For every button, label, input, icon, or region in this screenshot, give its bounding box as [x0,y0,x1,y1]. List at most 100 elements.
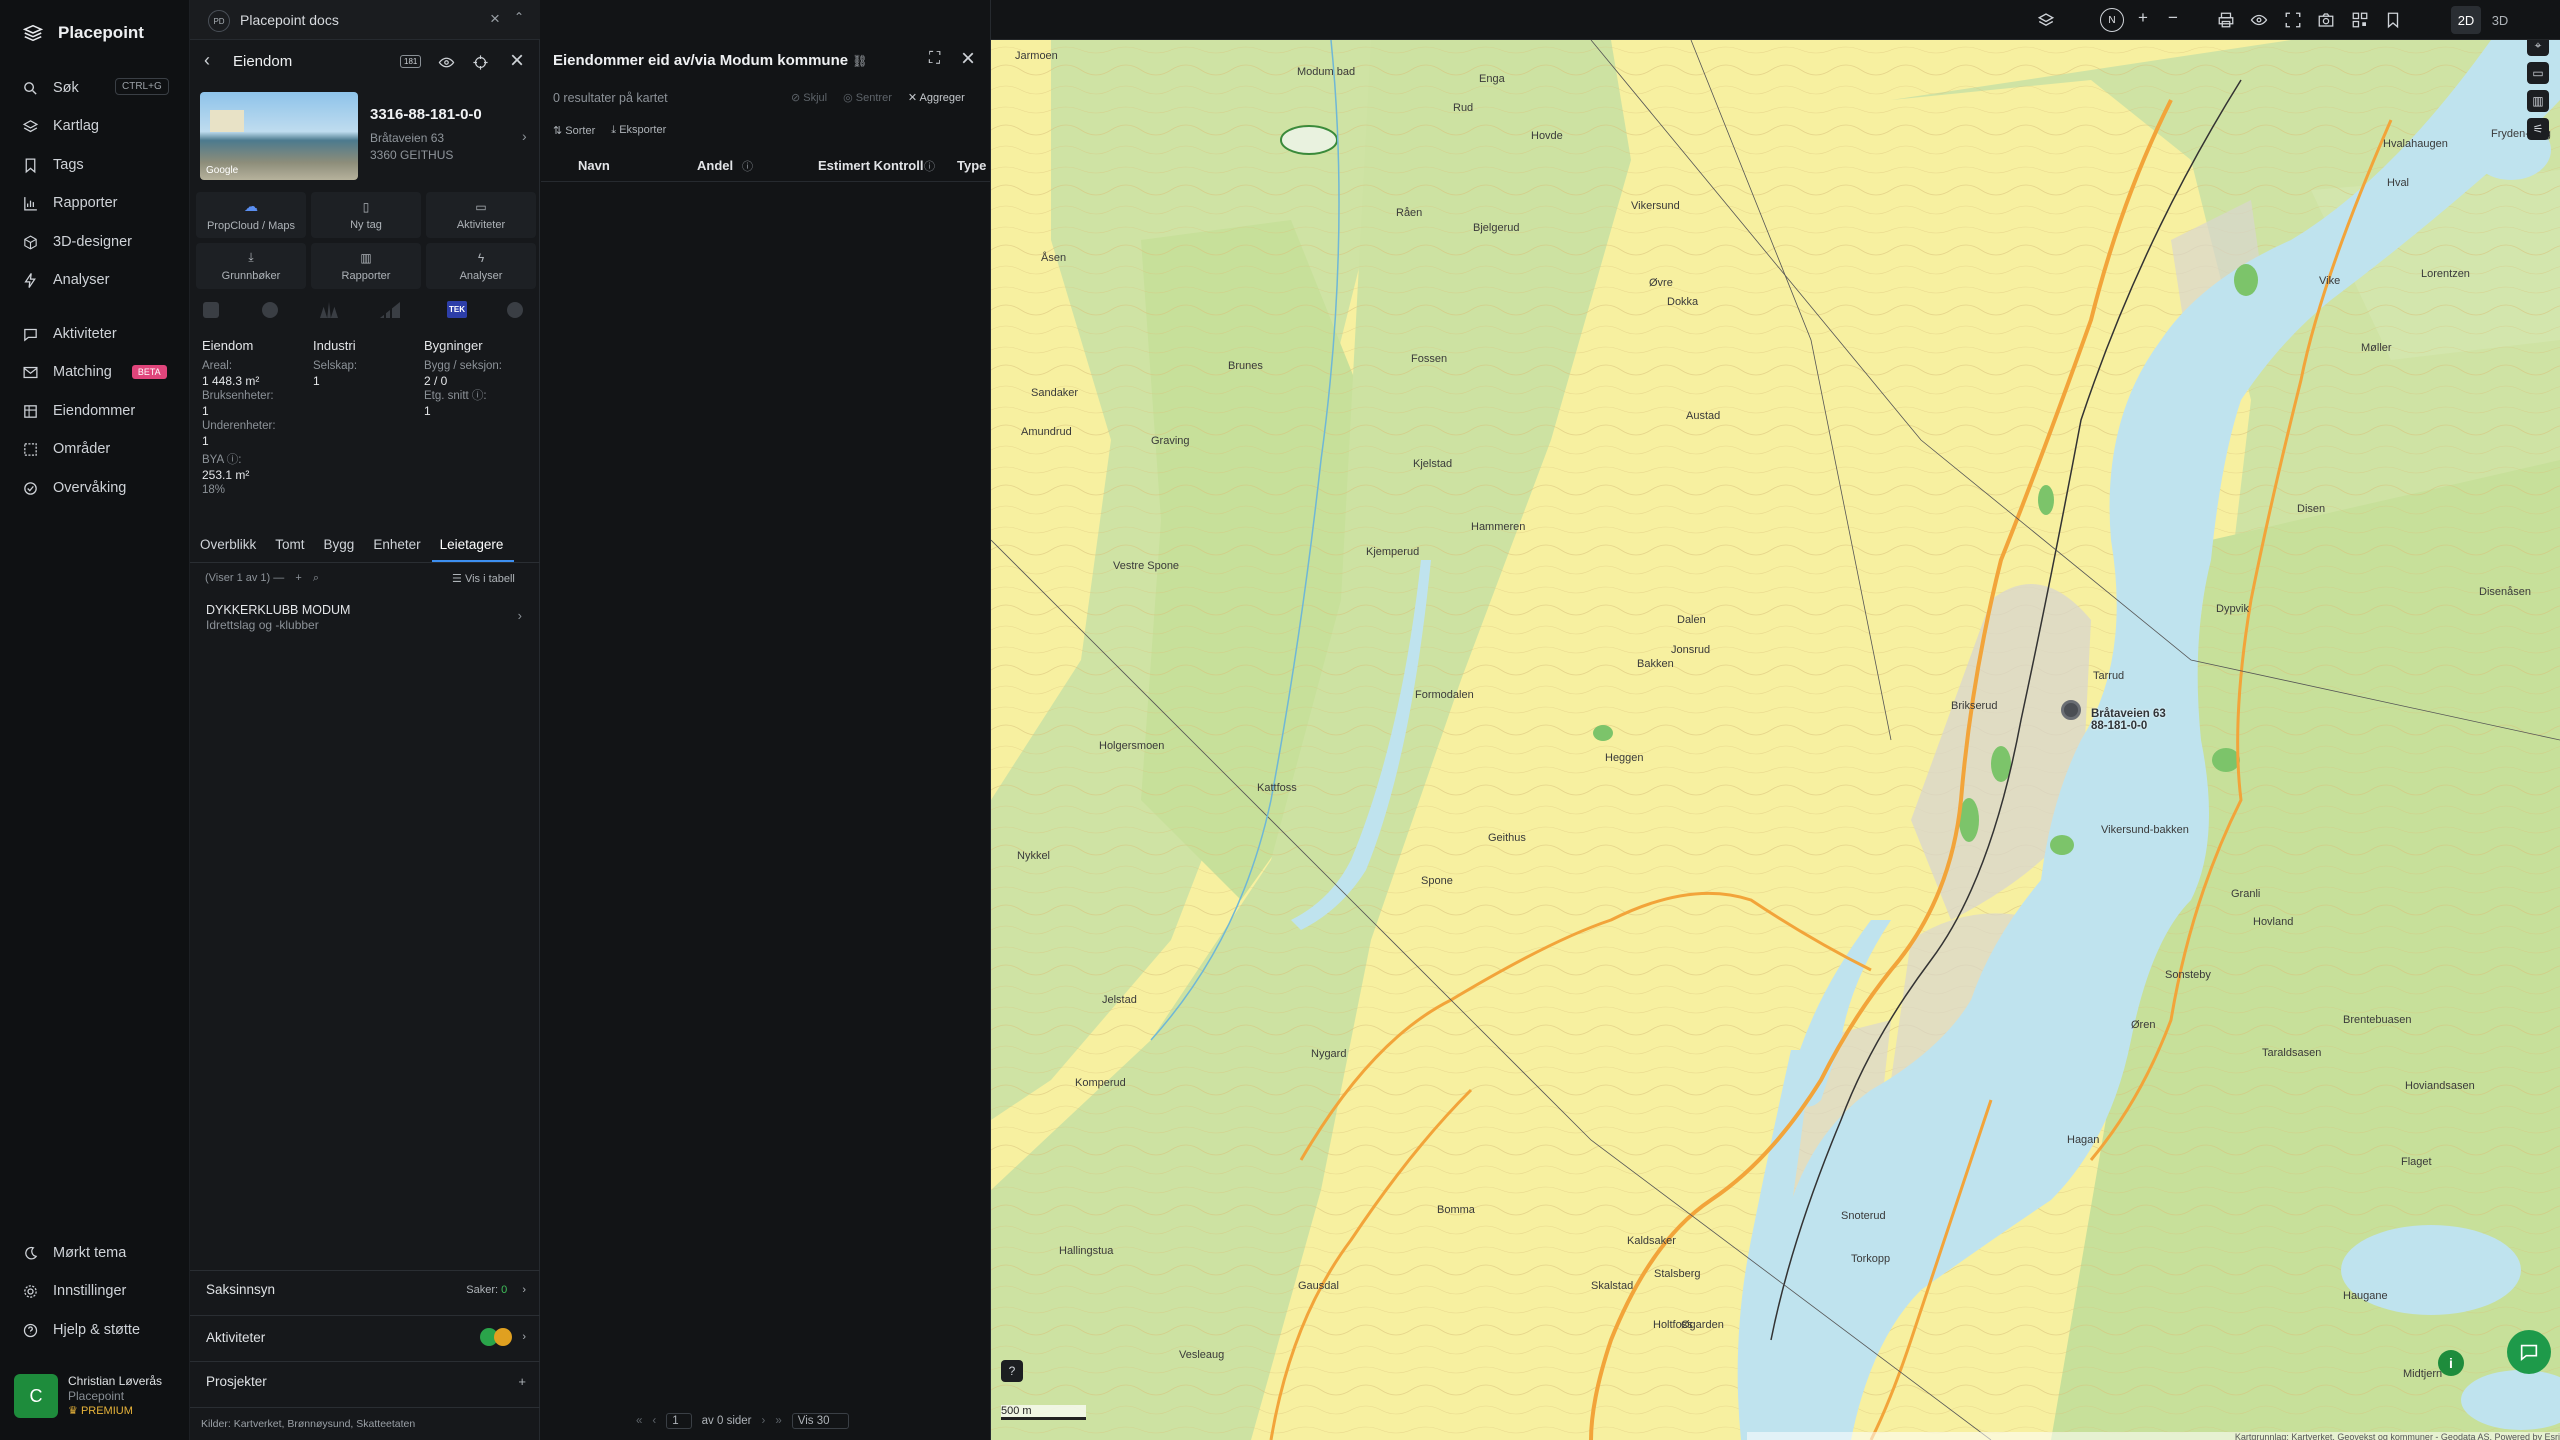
close-results-icon[interactable]: × [961,45,975,73]
section-aktiviteter[interactable]: Aktiviteter › [206,1328,526,1346]
target-icon[interactable] [472,54,489,71]
action-rapporter[interactable]: ▥ Rapporter [311,243,421,289]
info-icon[interactable]: ⓘ [742,158,753,174]
table-toggle[interactable]: ☰ Vis i tabell [452,572,515,585]
info-icon[interactable]: ⓘ [924,158,935,174]
app-logo[interactable]: Placepoint [22,22,144,44]
workspace-title[interactable]: Placepoint docs [240,12,339,28]
fullscreen-icon[interactable]: ⛶ [929,50,940,68]
property-marker[interactable] [2061,700,2081,720]
tenant-row[interactable]: DYKKERKLUBB MODUM Idrettslag og -klubber… [200,598,534,636]
hide-button[interactable]: ⊘ Skjul [791,91,827,104]
sort-button[interactable]: ⇅ Sorter [553,124,595,137]
nav-3d-designer[interactable]: 3D-designer [22,230,132,254]
prev-page-icon[interactable]: ‹ [652,1415,656,1427]
col-estimert-kontroll[interactable]: Estimert Kontroll [818,158,923,173]
minus-icon[interactable]: — [273,572,284,584]
source-bronnoysund[interactable]: Brønnøysund, [287,1418,353,1430]
place-label: Heggen [1605,752,1644,764]
col-andel[interactable]: Andel [697,158,733,173]
nav-analyser[interactable]: Analyser [22,268,109,292]
center-button[interactable]: ◎ Sentrer [843,91,892,104]
mode-2d-button[interactable]: 2D [2451,6,2481,34]
close-property-icon[interactable]: × [510,47,524,75]
page-input[interactable]: 1 [666,1413,692,1429]
col-navn[interactable]: Navn [578,158,610,173]
nav-settings[interactable]: Innstillinger [22,1279,126,1303]
link-icon[interactable]: ⛓ [852,54,867,68]
tek-badge[interactable]: TEK [447,301,467,318]
tab-bygg[interactable]: Bygg [324,537,355,552]
source-skatteetaten[interactable]: Skatteetaten [356,1418,415,1430]
bookmark-icon[interactable] [2384,11,2402,29]
compass-north[interactable]: N [2100,8,2124,32]
action-grunnboker[interactable]: ⤓ Grunnbøker [196,243,306,289]
mode-3d-button[interactable]: 3D [2485,6,2515,34]
info-icon[interactable]: i [2438,1350,2464,1376]
place-label: Vikersund [1631,200,1680,212]
section-prosjekter[interactable]: Prosjekter + [206,1374,526,1389]
next-page-icon[interactable]: › [762,1415,766,1427]
action-propcloud[interactable]: ☁ PropCloud / Maps [196,192,306,238]
map-tool-chart[interactable]: ▥ [2527,90,2549,112]
action-ny-tag[interactable]: ▯ Ny tag [311,192,421,238]
map-tool-measure[interactable]: ⌖ [2527,40,2549,56]
first-page-icon[interactable]: « [636,1415,642,1427]
map-tool-sliders[interactable]: ⚟ [2527,118,2549,140]
tab-tomt[interactable]: Tomt [275,537,304,552]
nav-kartlag[interactable]: Kartlag [22,114,99,138]
source-kartverket[interactable]: Kartverket, [234,1418,285,1430]
nav-dark-theme[interactable]: Mørkt tema [22,1241,126,1265]
layers-stack-icon[interactable] [2037,11,2055,29]
zoom-out-icon[interactable]: − [2168,8,2178,28]
category-2-icon[interactable] [262,302,278,318]
nav-help[interactable]: Hjelp & støtte [22,1318,140,1342]
nav-overvaking[interactable]: Overvåking [22,476,126,500]
page-size-select[interactable]: Vis 30 [791,1413,849,1429]
export-button[interactable]: ⤓ Eksporter [611,124,666,137]
eye-icon[interactable] [438,54,455,71]
col-type[interactable]: Type [957,158,986,173]
camera-icon[interactable] [2317,11,2335,29]
user-profile[interactable]: C Christian Løverås Placepoint ♛ PREMIUM [14,1370,184,1422]
expand-collapse-icon[interactable]: ⌃ [514,10,524,24]
chevron-right-icon[interactable]: › [522,128,527,144]
back-icon[interactable]: ‹ [204,50,210,71]
action-ny-tag-label: Ny tag [350,218,382,231]
eye-icon[interactable] [2250,11,2268,29]
aggregate-button[interactable]: ✕ Aggreger [908,91,965,104]
nav-search[interactable]: Søk [22,76,79,100]
qr-grid-icon[interactable] [2351,11,2369,29]
map-view[interactable]: Modum bad Jarmoen Enga Rud Hovde Bjelger… [991,40,2560,1440]
action-aktiviteter[interactable]: ▭ Aktiviteter [426,192,536,238]
category-6-icon[interactable] [507,302,523,318]
help-icon[interactable]: ? [1001,1360,1023,1382]
place-label: Hallingstua [1059,1245,1114,1257]
chat-support-button[interactable] [2507,1330,2551,1374]
action-analyser[interactable]: ϟ Analyser [426,243,536,289]
nav-aktiviteter[interactable]: Aktiviteter [22,322,117,346]
property-photo[interactable]: Google [200,92,358,180]
close-icon[interactable]: × [490,9,500,29]
tab-overblikk[interactable]: Overblikk [200,537,256,552]
nav-matching[interactable]: Matching BETA [22,360,167,384]
nav-omrader[interactable]: Områder [22,437,110,461]
print-icon[interactable] [2217,11,2235,29]
place-label: Geithus [1488,832,1526,844]
zoom-in-icon[interactable]: + [2138,8,2148,28]
last-page-icon[interactable]: » [775,1415,781,1427]
tab-enheter[interactable]: Enheter [373,537,420,552]
tab-leietagere[interactable]: Leietagere [440,537,504,552]
search-icon[interactable]: ⌕ [313,572,319,584]
nav-eiendommer[interactable]: Eiendommer [22,399,135,423]
map-tool-ruler[interactable]: ▭ [2527,62,2549,84]
plus-icon[interactable]: + [518,1374,526,1389]
nav-tags[interactable]: Tags [22,153,84,177]
section-saksinnsyn[interactable]: Saksinnsyn Saker: 0 › [206,1282,526,1297]
matrikkel-badge[interactable]: 181 [400,55,422,68]
category-1-icon[interactable] [203,302,219,318]
nav-rapporter[interactable]: Rapporter [22,191,117,215]
bolt-icon: ϟ [477,250,485,265]
fullscreen-icon[interactable] [2284,11,2302,29]
plus-icon[interactable]: + [295,572,301,584]
